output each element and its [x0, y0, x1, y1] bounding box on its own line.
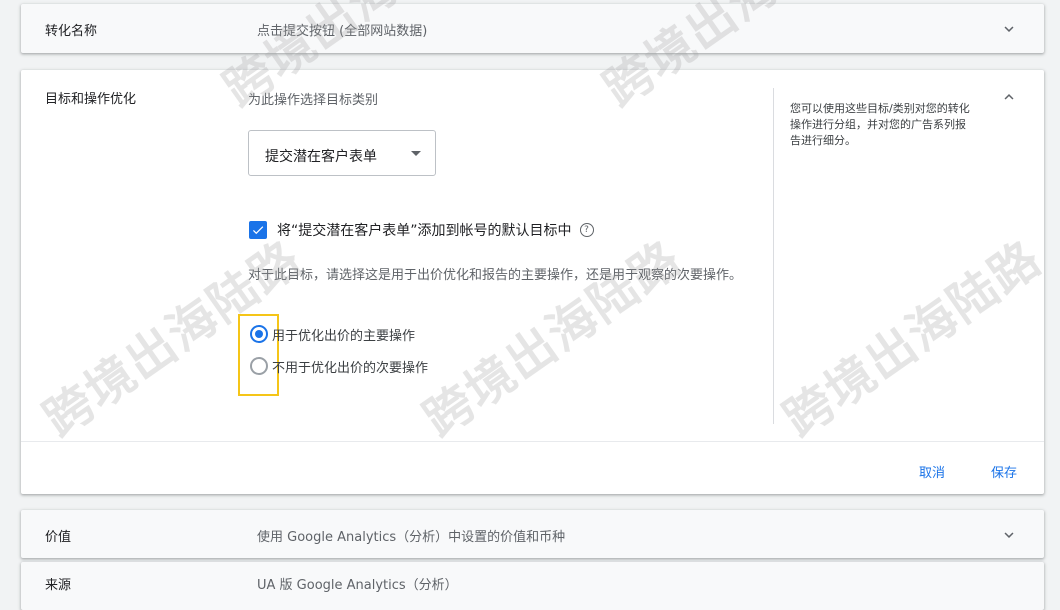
- radio-label-primary: 用于优化出价的主要操作: [272, 328, 416, 344]
- action-type-description: 对于此目标，请选择这是用于出价优化和报告的主要操作，还是用于观察的次要操作。: [248, 268, 743, 283]
- side-help-note: 您可以使用这些目标/类别对您的转化操作进行分组，并对您的广告系列报告进行细分。: [790, 102, 970, 147]
- source-row[interactable]: 来源 UA 版 Google Analytics（分析）: [21, 562, 1044, 610]
- chevron-down-icon[interactable]: [1000, 20, 1018, 38]
- check-icon: [252, 226, 264, 235]
- radio-option-primary[interactable]: 用于优化出价的主要操作: [250, 324, 415, 344]
- goal-optimization-panel: 目标和操作优化 为此操作选择目标类别 提交潜在客户表单 将“提交潜在客户表单”添…: [21, 70, 1044, 494]
- source-value: UA 版 Google Analytics（分析）: [257, 578, 458, 593]
- dropdown-selected-value: 提交潜在客户表单: [265, 149, 377, 165]
- goal-optimization-label: 目标和操作优化: [45, 92, 137, 107]
- radio-option-secondary[interactable]: 不用于优化出价的次要操作: [250, 356, 428, 376]
- goal-category-subtitle: 为此操作选择目标类别: [248, 93, 379, 108]
- footer-divider: [21, 441, 1044, 442]
- dropdown-arrow-icon: [411, 151, 421, 156]
- conversion-name-value: 点击提交按钮 (全部网站数据): [257, 24, 428, 39]
- value-description: 使用 Google Analytics（分析）中设置的价值和币种: [257, 530, 566, 545]
- cancel-button[interactable]: 取消: [919, 462, 945, 481]
- side-divider: [773, 88, 774, 424]
- radio-button-secondary[interactable]: [250, 357, 268, 375]
- value-row[interactable]: 价值 使用 Google Analytics（分析）中设置的价值和币种: [21, 510, 1044, 558]
- radio-label-secondary: 不用于优化出价的次要操作: [272, 360, 429, 376]
- conversion-name-label: 转化名称: [45, 24, 98, 39]
- save-button[interactable]: 保存: [991, 462, 1017, 481]
- goal-category-dropdown[interactable]: 提交潜在客户表单: [248, 130, 436, 176]
- chevron-up-icon[interactable]: [1000, 88, 1018, 106]
- help-icon[interactable]: ?: [579, 223, 594, 237]
- radio-button-primary[interactable]: [250, 325, 268, 343]
- default-goal-checkbox-row[interactable]: 将“提交潜在客户表单”添加到帐号的默认目标中 ?: [249, 220, 594, 240]
- default-goal-checkbox-label: 将“提交潜在客户表单”添加到帐号的默认目标中: [277, 223, 572, 239]
- chevron-down-icon[interactable]: [1000, 526, 1018, 544]
- source-label: 来源: [45, 578, 72, 593]
- default-goal-checkbox[interactable]: [249, 221, 267, 239]
- value-label: 价值: [45, 530, 72, 545]
- conversion-name-row[interactable]: 转化名称 点击提交按钮 (全部网站数据): [21, 4, 1044, 53]
